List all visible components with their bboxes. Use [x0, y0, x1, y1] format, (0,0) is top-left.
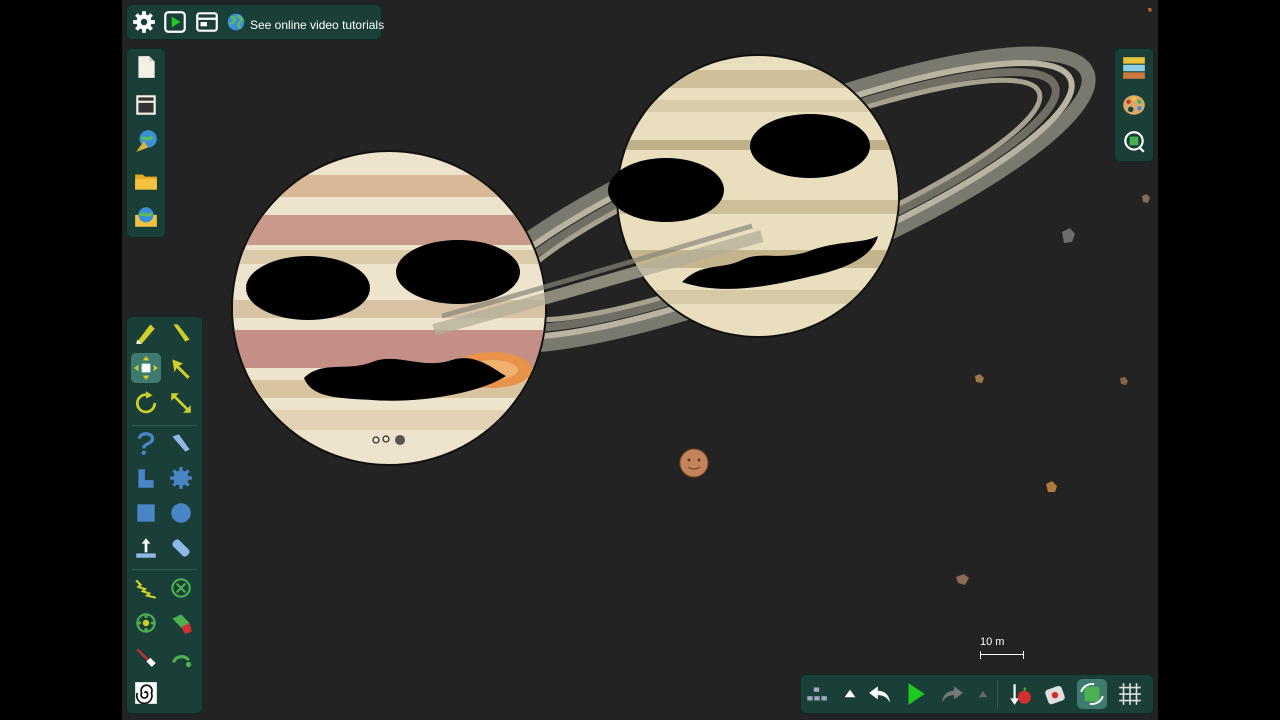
- brush-tool-icon: [173, 324, 191, 344]
- top-toolbar: See online video tutorials: [126, 4, 384, 40]
- spring-tool[interactable]: [131, 573, 161, 603]
- zoom-icon: [1124, 131, 1145, 153]
- play-icon: [164, 11, 186, 33]
- circle-tool[interactable]: [166, 498, 196, 528]
- gravity-icon: [1010, 684, 1031, 705]
- axle-tool[interactable]: [131, 608, 161, 638]
- expand-up-button-2[interactable]: [968, 679, 998, 709]
- expand-up-button[interactable]: [835, 679, 865, 709]
- box-tool-icon: [137, 504, 155, 522]
- zoom-button[interactable]: [1119, 127, 1149, 157]
- settings-button[interactable]: [129, 7, 159, 37]
- grid-button[interactable]: [1115, 679, 1145, 709]
- globe-icon: [227, 13, 245, 31]
- chain-tool[interactable]: [166, 533, 196, 563]
- rope-tool-icon: [137, 432, 155, 455]
- fixate-tool[interactable]: [166, 573, 196, 603]
- tracer-tool-icon: [171, 655, 192, 668]
- fixate-tool-icon: [171, 578, 191, 598]
- appearance-panel: [1114, 48, 1154, 162]
- laser-tool-icon: [136, 648, 156, 667]
- online-scenes-button[interactable]: [131, 126, 161, 156]
- brush-tool[interactable]: [166, 318, 196, 348]
- scale-label: 10 m: [980, 636, 1005, 648]
- box-tool[interactable]: [131, 498, 161, 528]
- polygon-tool[interactable]: [131, 463, 161, 493]
- gravity-button[interactable]: [1005, 679, 1035, 709]
- sketch-tool-icon: [136, 324, 155, 344]
- drag-tool-icon: [172, 359, 190, 379]
- scale-bar: [980, 651, 1024, 659]
- window-button[interactable]: [192, 7, 222, 37]
- grid-snap-button[interactable]: [1077, 679, 1107, 709]
- plane-tool[interactable]: [131, 533, 161, 563]
- spiral-tool[interactable]: [131, 678, 161, 708]
- graph-icon: [807, 687, 827, 701]
- spring-tool-icon: [135, 579, 157, 599]
- axle-tool-icon: [136, 613, 156, 633]
- scale-tool[interactable]: [166, 388, 196, 418]
- palette-icon: [1123, 95, 1145, 115]
- redo-icon: [942, 686, 963, 703]
- play-scene-button[interactable]: [160, 7, 190, 37]
- drag-tool[interactable]: [166, 353, 196, 383]
- file-panel: [126, 48, 166, 238]
- thruster-tool-icon: [172, 614, 192, 634]
- thruster-tool[interactable]: [166, 608, 196, 638]
- redo-button[interactable]: [937, 679, 967, 709]
- play-button[interactable]: [900, 679, 930, 709]
- expand-up-icon-2: [978, 690, 988, 698]
- phunlet-icon: [135, 207, 157, 227]
- undo-button[interactable]: [865, 679, 895, 709]
- tool-separator: [132, 425, 197, 426]
- scene-canvas[interactable]: [122, 0, 1158, 720]
- tutorial-label[interactable]: See online video tutorials: [250, 18, 384, 32]
- tracer-tool[interactable]: [166, 643, 196, 673]
- open-folder-icon: [135, 174, 157, 190]
- air-friction-icon: [1045, 685, 1065, 705]
- gear-icon: [133, 11, 155, 33]
- open-folder-button[interactable]: [131, 166, 161, 196]
- background-button[interactable]: [1119, 53, 1149, 83]
- new-scene-button[interactable]: [131, 52, 161, 82]
- plane-tool-icon: [136, 538, 156, 558]
- small-moon[interactable]: [679, 448, 709, 478]
- sketch-tool[interactable]: [131, 318, 161, 348]
- cutter-tool-icon: [172, 434, 190, 452]
- tool-panel: [126, 316, 203, 714]
- scale-tool-icon: [171, 393, 191, 413]
- graph-button[interactable]: [802, 679, 832, 709]
- grid-snap-icon: [1080, 683, 1104, 705]
- gear-tool[interactable]: [166, 463, 196, 493]
- palette-button[interactable]: [1119, 90, 1149, 120]
- phunlet-button[interactable]: [131, 202, 161, 232]
- expand-up-icon: [844, 689, 856, 698]
- grid-icon: [1119, 683, 1141, 705]
- tool-separator-2: [132, 569, 197, 570]
- undo-icon: [869, 686, 890, 703]
- chain-tool-icon: [172, 539, 190, 557]
- rotate-tool-icon: [136, 391, 157, 414]
- new-scene-icon: [138, 56, 155, 78]
- play-icon: [908, 683, 925, 705]
- online-scenes-icon: [136, 130, 157, 152]
- circle-tool-icon: [171, 503, 191, 523]
- laser-tool[interactable]: [131, 643, 161, 673]
- bottom-separator: [997, 680, 998, 708]
- move-tool[interactable]: [131, 353, 161, 383]
- cutter-tool[interactable]: [166, 428, 196, 458]
- scene-drawing[interactable]: [122, 0, 1158, 720]
- air-friction-button[interactable]: [1040, 679, 1070, 709]
- scene-list-icon: [136, 95, 156, 115]
- bottom-toolbar: [800, 674, 1154, 714]
- window-icon: [196, 12, 218, 32]
- spiral-tool-icon: [135, 682, 157, 705]
- polygon-tool-icon: [138, 469, 154, 488]
- scene-list-button[interactable]: [131, 90, 161, 120]
- rotate-tool[interactable]: [131, 388, 161, 418]
- rope-tool[interactable]: [131, 428, 161, 458]
- gear-tool-icon: [170, 467, 192, 489]
- background-icon: [1123, 57, 1145, 79]
- move-tool-icon: [134, 356, 158, 380]
